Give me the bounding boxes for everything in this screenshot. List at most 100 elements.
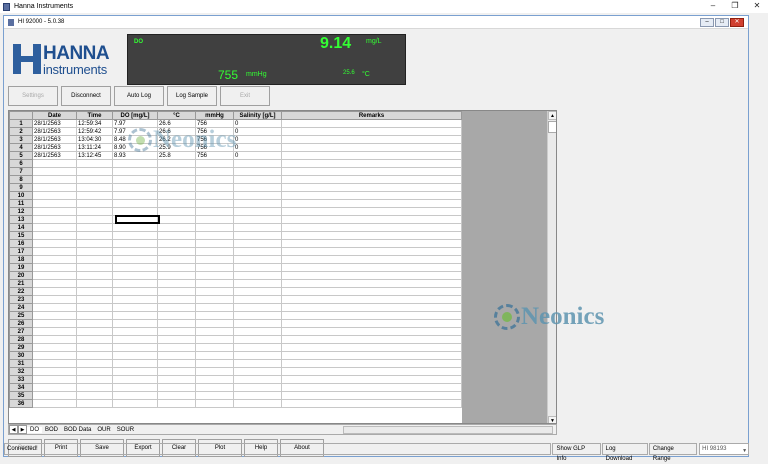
table-cell[interactable] — [76, 391, 113, 400]
row-header[interactable]: 33 — [9, 375, 33, 384]
table-cell[interactable] — [112, 183, 158, 192]
table-cell[interactable] — [112, 191, 158, 200]
table-cell[interactable] — [76, 399, 113, 408]
table-cell[interactable]: 25.8 — [157, 151, 196, 160]
table-cell[interactable] — [195, 207, 234, 216]
col-header-temp[interactable]: °C — [157, 111, 196, 120]
table-row[interactable]: 35 — [9, 391, 462, 400]
tab-our[interactable]: OUR — [94, 427, 113, 433]
table-cell[interactable] — [76, 247, 113, 256]
table-cell[interactable]: 7.97 — [112, 127, 158, 136]
table-row[interactable]: 34 — [9, 383, 462, 392]
table-cell[interactable] — [76, 271, 113, 280]
table-cell[interactable] — [157, 223, 196, 232]
table-cell[interactable] — [112, 295, 158, 304]
row-header[interactable]: 34 — [9, 383, 33, 392]
table-cell[interactable] — [157, 311, 196, 320]
table-cell[interactable] — [233, 327, 282, 336]
table-cell[interactable] — [281, 175, 462, 184]
col-header-date[interactable]: Date — [32, 111, 77, 120]
table-row[interactable]: 29 — [9, 343, 462, 352]
table-cell[interactable] — [233, 215, 282, 224]
table-cell[interactable] — [32, 159, 77, 168]
table-cell[interactable] — [195, 375, 234, 384]
chevron-down-icon[interactable]: ▼ — [742, 446, 747, 456]
table-cell[interactable] — [76, 367, 113, 376]
row-header[interactable]: 15 — [9, 231, 33, 240]
table-cell[interactable]: 8.90 — [112, 143, 158, 152]
table-cell[interactable] — [157, 375, 196, 384]
table-cell[interactable] — [195, 175, 234, 184]
table-cell[interactable] — [195, 191, 234, 200]
table-cell[interactable] — [112, 263, 158, 272]
table-cell[interactable] — [76, 311, 113, 320]
table-cell[interactable] — [76, 223, 113, 232]
table-cell[interactable]: 28/1/2563 — [32, 151, 77, 160]
table-cell[interactable] — [233, 399, 282, 408]
table-cell[interactable]: 28/1/2563 — [32, 127, 77, 136]
table-cell[interactable] — [233, 199, 282, 208]
table-cell[interactable] — [157, 183, 196, 192]
show-glp-info-button[interactable]: Show GLP Info — [552, 443, 601, 462]
close-button[interactable]: ✕ — [746, 0, 768, 13]
table-cell[interactable] — [112, 303, 158, 312]
table-cell[interactable] — [195, 159, 234, 168]
table-cell[interactable]: 756 — [195, 151, 234, 160]
table-cell[interactable] — [195, 279, 234, 288]
table-cell[interactable] — [233, 159, 282, 168]
table-cell[interactable] — [195, 367, 234, 376]
table-cell[interactable] — [281, 303, 462, 312]
table-cell[interactable] — [233, 383, 282, 392]
table-cell[interactable] — [32, 247, 77, 256]
table-cell[interactable] — [157, 351, 196, 360]
table-row[interactable]: 33 — [9, 375, 462, 384]
table-cell[interactable] — [32, 359, 77, 368]
table-cell[interactable] — [233, 391, 282, 400]
table-cell[interactable] — [32, 255, 77, 264]
row-header[interactable]: 7 — [9, 167, 33, 176]
table-cell[interactable] — [281, 183, 462, 192]
table-cell[interactable] — [281, 391, 462, 400]
table-row[interactable]: 32 — [9, 367, 462, 376]
table-cell[interactable] — [32, 207, 77, 216]
table-cell[interactable] — [233, 335, 282, 344]
table-cell[interactable] — [157, 247, 196, 256]
table-cell[interactable] — [157, 263, 196, 272]
table-row[interactable]: 36 — [9, 399, 462, 408]
restore-button[interactable]: ❐ — [724, 0, 746, 13]
table-cell[interactable] — [157, 239, 196, 248]
table-cell[interactable] — [32, 295, 77, 304]
table-cell[interactable] — [32, 303, 77, 312]
table-cell[interactable]: 756 — [195, 127, 234, 136]
tab-next-icon[interactable]: ▶ — [18, 425, 27, 434]
table-cell[interactable] — [32, 167, 77, 176]
table-cell[interactable] — [157, 319, 196, 328]
table-row[interactable]: 5 28/1/2563 13:12:45 8.93 25.8 756 0 — [9, 151, 462, 160]
table-cell[interactable] — [32, 271, 77, 280]
row-header[interactable]: 22 — [9, 287, 33, 296]
table-cell[interactable] — [32, 383, 77, 392]
table-cell[interactable] — [195, 359, 234, 368]
table-cell[interactable] — [195, 231, 234, 240]
table-cell[interactable] — [195, 183, 234, 192]
table-cell[interactable] — [112, 351, 158, 360]
table-cell[interactable] — [76, 231, 113, 240]
table-cell[interactable] — [157, 175, 196, 184]
row-header[interactable]: 29 — [9, 343, 33, 352]
row-header[interactable]: 27 — [9, 327, 33, 336]
table-cell[interactable] — [157, 359, 196, 368]
table-cell[interactable] — [32, 311, 77, 320]
table-cell[interactable] — [157, 327, 196, 336]
table-cell[interactable] — [195, 399, 234, 408]
table-cell[interactable] — [157, 399, 196, 408]
table-cell[interactable] — [233, 247, 282, 256]
row-header[interactable]: 3 — [9, 135, 33, 144]
table-cell[interactable] — [32, 351, 77, 360]
row-header[interactable]: 11 — [9, 199, 33, 208]
table-cell[interactable] — [233, 191, 282, 200]
table-cell[interactable] — [32, 391, 77, 400]
table-cell[interactable] — [157, 231, 196, 240]
table-row[interactable]: 25 — [9, 311, 462, 320]
row-header[interactable]: 5 — [9, 151, 33, 160]
table-cell[interactable] — [281, 367, 462, 376]
